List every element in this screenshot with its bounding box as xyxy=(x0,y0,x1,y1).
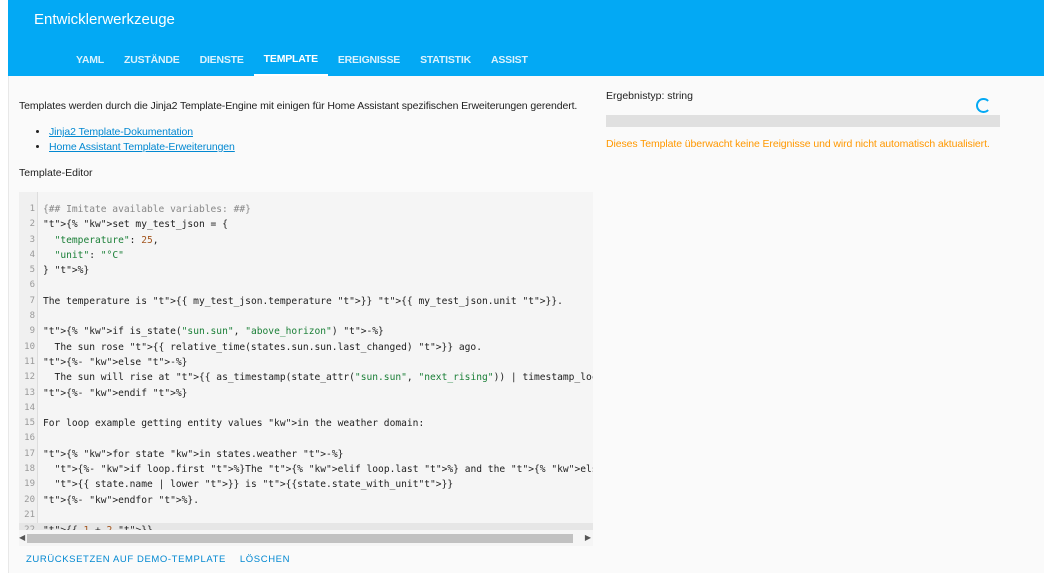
line-text[interactable]: "t">{{ state.name | lower "t">}} is "t">… xyxy=(43,477,454,492)
code-line[interactable]: 4 "unit": "°C" xyxy=(19,248,593,263)
ha-template-extensions-link[interactable]: Home Assistant Template-Erweiterungen xyxy=(49,141,235,153)
line-number: 18 xyxy=(24,464,35,475)
code-line[interactable]: 21 xyxy=(19,508,593,523)
code-line[interactable]: 10 The sun rose "t">{{ relative_time(sta… xyxy=(19,340,593,355)
line-text[interactable]: {## Imitate available variables: ##} xyxy=(43,202,251,217)
code-line[interactable]: 5 } "t">%} xyxy=(19,263,593,278)
docs-links: Jinja2 Template-Dokumentation Home Assis… xyxy=(38,125,235,155)
line-number: 5 xyxy=(29,265,35,276)
line-number: 9 xyxy=(29,326,35,337)
line-number: 3 xyxy=(29,234,35,245)
template-warning: Dieses Template überwacht keine Ereignis… xyxy=(606,138,990,150)
app-header: Entwicklerwerkzeuge YAML ZUSTÄNDE DIENST… xyxy=(8,0,1044,76)
line-text[interactable]: "t">{%- "kw">endif "t">%} xyxy=(43,386,187,401)
list-item: Jinja2 Template-Dokumentation xyxy=(49,125,235,140)
reset-demo-template-button[interactable]: ZURÜCKSETZEN AUF DEMO-TEMPLATE xyxy=(19,552,233,567)
line-number: 4 xyxy=(29,249,35,260)
page-title: Entwicklerwerkzeuge xyxy=(34,11,175,28)
line-text[interactable]: "t">{% "kw">if is_state("sun.sun", "abov… xyxy=(43,324,384,339)
editor-actions: ZURÜCKSETZEN AUF DEMO-TEMPLATE LÖSCHEN xyxy=(19,552,297,567)
intro-text: Templates werden durch die Jinja2 Templa… xyxy=(19,100,578,112)
template-editor[interactable]: 1 {## Imitate available variables: ##} 2 "t… xyxy=(19,192,593,546)
line-number: 7 xyxy=(29,295,35,306)
line-number: 2 xyxy=(29,219,35,230)
code-line[interactable]: 19 "t">{{ state.name | lower "t">}} is "… xyxy=(19,477,593,492)
tab-states[interactable]: ZUSTÄNDE xyxy=(114,44,190,76)
tab-events[interactable]: EREIGNISSE xyxy=(328,44,410,76)
line-text[interactable]: "t">{%- "kw">endfor "t">%}. xyxy=(43,493,199,508)
code-line[interactable]: 20 "t">{%- "kw">endfor "t">%}. xyxy=(19,493,593,508)
code-line[interactable]: 8 xyxy=(19,309,593,324)
line-number: 8 xyxy=(29,311,35,322)
scroll-left-icon[interactable]: ◀ xyxy=(19,533,25,542)
code-line[interactable]: 15 For loop example getting entity values… xyxy=(19,416,593,431)
tab-bar: YAML ZUSTÄNDE DIENSTE TEMPLATE EREIGNISS… xyxy=(66,44,538,76)
tab-template[interactable]: TEMPLATE xyxy=(253,44,328,76)
tab-yaml[interactable]: YAML xyxy=(66,44,114,76)
line-number: 16 xyxy=(24,433,35,444)
line-text[interactable]: } "t">%} xyxy=(43,263,89,278)
jinja2-docs-link[interactable]: Jinja2 Template-Dokumentation xyxy=(49,126,193,138)
code-line[interactable]: 13 "t">{%- "kw">endif "t">%} xyxy=(19,386,593,401)
code-line[interactable]: 12 The sun will rise at "t">{{ as_timest… xyxy=(19,370,593,385)
line-number: 10 xyxy=(24,341,35,352)
code-line[interactable]: 9 "t">{% "kw">if is_state("sun.sun", "abo… xyxy=(19,324,593,339)
scrollbar-thumb[interactable] xyxy=(27,534,573,543)
line-text[interactable]: "t">{% "kw">for state "kw">in states.wea… xyxy=(43,447,343,462)
tab-statistics[interactable]: STATISTIK xyxy=(410,44,481,76)
code-line[interactable]: 2 "t">{% "kw">set my_test_json = { xyxy=(19,217,593,232)
result-output xyxy=(606,115,1000,127)
loading-spinner-icon xyxy=(976,98,991,113)
line-text[interactable]: The sun will rise at "t">{{ as_timestamp… xyxy=(43,370,593,385)
code-line[interactable]: 16 xyxy=(19,431,593,446)
code-line[interactable]: 3 "temperature": 25, xyxy=(19,233,593,248)
line-number: 21 xyxy=(24,509,35,520)
line-text[interactable]: The temperature is "t">{{ my_test_json.t… xyxy=(43,294,563,309)
code-line[interactable]: 17 "t">{% "kw">for state "kw">in states.w… xyxy=(19,447,593,462)
line-number: 11 xyxy=(24,356,35,367)
line-number: 20 xyxy=(24,494,35,505)
editor-label: Template-Editor xyxy=(19,167,93,179)
line-number: 17 xyxy=(24,448,35,459)
line-text[interactable]: "unit": "°C" xyxy=(43,248,124,263)
code-line[interactable]: 1 {## Imitate available variables: ##} xyxy=(19,202,593,217)
line-number: 19 xyxy=(24,479,35,490)
line-number: 1 xyxy=(29,204,35,214)
line-text[interactable]: "t">{% "kw">set my_test_json = { xyxy=(43,217,228,232)
line-text[interactable]: The sun rose "t">{{ relative_time(states… xyxy=(43,340,482,355)
code-area[interactable]: 1 {## Imitate available variables: ##} 2 "t… xyxy=(19,202,593,539)
line-number: 12 xyxy=(24,372,35,383)
tab-services[interactable]: DIENSTE xyxy=(190,44,254,76)
line-text[interactable]: "temperature": 25, xyxy=(43,233,159,248)
line-number: 13 xyxy=(24,387,35,398)
line-text[interactable]: "t">{%- "kw">if loop.first "t">%}The "t"… xyxy=(43,462,593,477)
code-line[interactable]: 6 xyxy=(19,278,593,293)
line-text[interactable]: For loop example getting entity values "… xyxy=(43,416,424,431)
list-item: Home Assistant Template-Erweiterungen xyxy=(49,140,235,155)
line-number: 6 xyxy=(29,280,35,291)
code-line[interactable]: 7 The temperature is "t">{{ my_test_json.… xyxy=(19,294,593,309)
line-number: 14 xyxy=(24,402,35,413)
code-line[interactable]: 18 "t">{%- "kw">if loop.first "t">%}The … xyxy=(19,462,593,477)
horizontal-scrollbar[interactable]: ◀ ▶ xyxy=(19,530,593,546)
code-line[interactable]: 14 xyxy=(19,401,593,416)
code-line[interactable]: 11 "t">{%- "kw">else "t">-%} xyxy=(19,355,593,370)
tab-assist[interactable]: ASSIST xyxy=(481,44,538,76)
clear-button[interactable]: LÖSCHEN xyxy=(233,552,297,567)
scroll-right-icon[interactable]: ▶ xyxy=(585,533,591,542)
line-text[interactable]: "t">{%- "kw">else "t">-%} xyxy=(43,355,187,370)
result-type-label: Ergebnistyp: string xyxy=(606,90,693,102)
line-number: 15 xyxy=(24,418,35,429)
main-content: Templates werden durch die Jinja2 Templa… xyxy=(8,76,1044,573)
